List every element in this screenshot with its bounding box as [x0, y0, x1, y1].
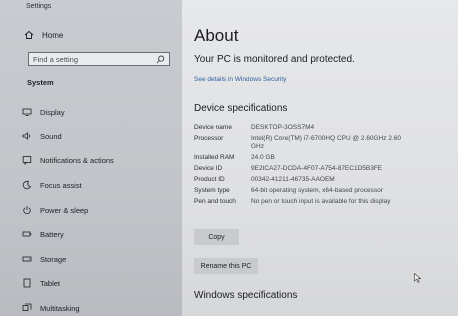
spec-row-pen-and-touch: Pen and touch No pen or touch input is a…	[194, 198, 454, 206]
sidebar-section-header: System	[27, 78, 54, 87]
home-icon	[24, 30, 34, 40]
spec-row-processor: Processor Intel(R) Core(TM) i7-6700HQ CP…	[194, 135, 454, 151]
display-icon	[22, 107, 32, 117]
page-title: About	[194, 26, 239, 45]
spec-row-product-id: Product ID 00342-41211-46735-AAOEM	[194, 176, 454, 184]
spec-label: System type	[194, 187, 230, 194]
sidebar-item-notifications[interactable]: Notifications & actions	[22, 152, 172, 168]
sidebar-item-label: Tablet	[40, 278, 61, 288]
about-page: About Your PC is monitored and protected…	[182, 0, 458, 316]
device-specifications-list: Device name DESKTOP-3OSS7M4 Processor In…	[194, 124, 454, 209]
storage-icon	[22, 254, 32, 264]
sidebar-item-power-sleep[interactable]: Power & sleep	[22, 202, 172, 218]
tablet-icon	[22, 278, 32, 288]
windows-security-link[interactable]: See details in Windows Security	[194, 76, 287, 83]
spec-label: Pen and touch	[194, 198, 236, 205]
sidebar-item-sound[interactable]: Sound	[22, 128, 172, 144]
rename-pc-button[interactable]: Rename this PC	[194, 258, 258, 274]
sidebar-item-label: Notifications & actions	[40, 155, 114, 165]
sidebar-item-multitasking[interactable]: Multitasking	[22, 300, 172, 316]
focus-assist-icon	[22, 180, 32, 190]
sidebar-item-label: Display	[40, 107, 65, 117]
spec-label: Device name	[194, 124, 232, 131]
search-input[interactable]: Find a setting	[28, 52, 170, 66]
windows-specifications-heading: Windows specifications	[194, 290, 298, 301]
sidebar-item-focus-assist[interactable]: Focus assist	[22, 177, 172, 193]
multitasking-icon	[22, 303, 32, 313]
sidebar-item-label: Focus assist	[40, 180, 82, 190]
device-specifications-heading: Device specifications	[194, 103, 288, 114]
copy-button[interactable]: Copy	[194, 229, 239, 245]
spec-value: 9E2ICA27-DCDA-4F07-A754-87EC1D5B3FE	[251, 165, 383, 172]
spec-value: Intel(R) Core(TM) i7-6700HQ CPU @ 2.60GH…	[251, 135, 402, 150]
sound-icon	[22, 131, 32, 141]
sidebar-item-label: Storage	[40, 254, 67, 264]
spec-row-system-type: System type 64-bit operating system, x64…	[194, 187, 454, 195]
sidebar: Settings Home Find a setting System Disp…	[0, 0, 182, 316]
window-title: Settings	[26, 3, 52, 10]
spec-label: Installed RAM	[194, 154, 235, 161]
sidebar-item-label: Battery	[40, 229, 64, 239]
spec-value: No pen or touch input is available for t…	[251, 198, 391, 205]
sidebar-item-label: Multitasking	[40, 303, 80, 313]
sidebar-item-battery[interactable]: Battery	[22, 226, 172, 242]
notifications-icon	[22, 155, 32, 165]
search-placeholder: Find a setting	[33, 55, 79, 64]
sidebar-item-display[interactable]: Display	[22, 104, 172, 120]
settings-window: Settings Home Find a setting System Disp…	[0, 0, 458, 316]
sidebar-item-label: Power & sleep	[40, 205, 89, 215]
home-label: Home	[42, 30, 64, 40]
spec-row-device-name: Device name DESKTOP-3OSS7M4	[194, 124, 454, 132]
sidebar-item-storage[interactable]: Storage	[22, 251, 172, 267]
mouse-pointer-icon	[414, 270, 422, 283]
spec-value: 24.0 GB	[251, 154, 275, 161]
spec-label: Device ID	[194, 165, 223, 172]
home-nav-item[interactable]: Home	[24, 28, 63, 42]
spec-label: Processor	[194, 135, 224, 142]
spec-label: Product ID	[194, 176, 225, 183]
sidebar-item-tablet[interactable]: Tablet	[22, 275, 172, 291]
sidebar-item-label: Sound	[40, 131, 62, 141]
spec-value: 00342-41211-46735-AAOEM	[251, 176, 335, 183]
search-icon	[156, 55, 165, 64]
protection-status: Your PC is monitored and protected.	[194, 54, 355, 65]
spec-row-installed-ram: Installed RAM 24.0 GB	[194, 154, 454, 162]
spec-value: DESKTOP-3OSS7M4	[251, 124, 315, 131]
battery-icon	[22, 229, 32, 239]
spec-row-device-id: Device ID 9E2ICA27-DCDA-4F07-A754-87EC1D…	[194, 165, 454, 173]
spec-value: 64-bit operating system, x64-based proce…	[251, 187, 383, 194]
power-icon	[22, 205, 32, 215]
